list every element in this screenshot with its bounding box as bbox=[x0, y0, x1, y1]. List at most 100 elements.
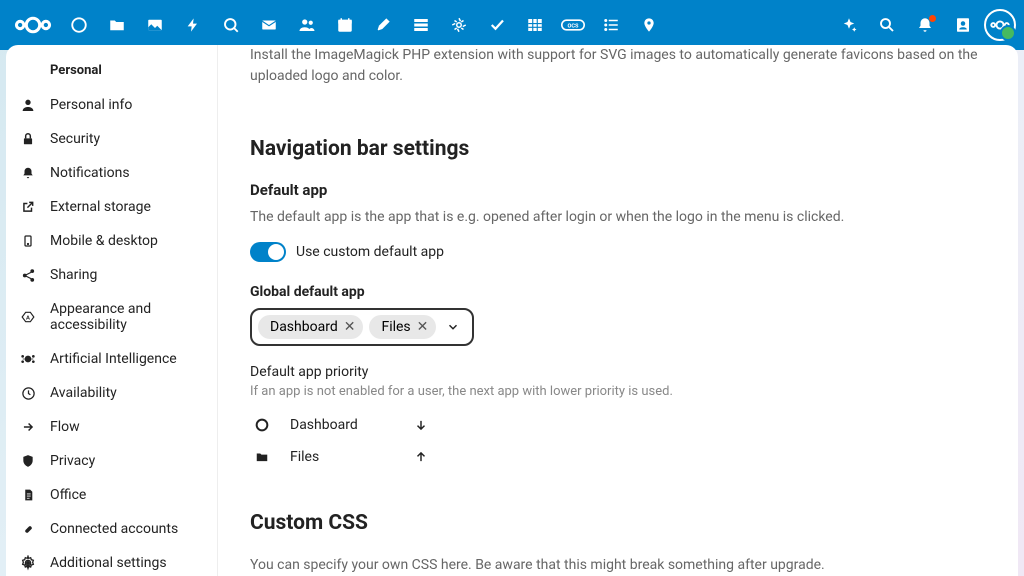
sidebar-item-appearance[interactable]: A Appearance and accessibility bbox=[6, 292, 217, 342]
sidebar-item-label: Connected accounts bbox=[50, 521, 178, 537]
lock-icon bbox=[20, 131, 36, 147]
contacts-menu-icon[interactable] bbox=[946, 8, 980, 42]
search-icon[interactable] bbox=[870, 8, 904, 42]
sidebar-item-additional-settings[interactable]: Additional settings bbox=[6, 546, 217, 576]
sidebar-header-personal: Personal bbox=[6, 57, 217, 88]
chevron-down-icon[interactable] bbox=[446, 320, 460, 334]
nav-upgrade-icon[interactable] bbox=[442, 8, 476, 42]
sidebar-item-notifications[interactable]: Notifications bbox=[6, 156, 217, 190]
toggle-label: Use custom default app bbox=[296, 244, 444, 260]
nav-maps-icon[interactable] bbox=[632, 8, 666, 42]
navigation-bar-settings-section: Navigation bar settings Default app The … bbox=[250, 137, 978, 473]
section-title: Custom CSS bbox=[250, 511, 978, 535]
default-app-label: Default app bbox=[250, 181, 978, 199]
sidebar-item-label: Additional settings bbox=[50, 555, 167, 571]
user-avatar[interactable] bbox=[984, 9, 1016, 41]
sidebar-item-flow[interactable]: Flow bbox=[6, 410, 217, 444]
appearance-icon: A bbox=[20, 309, 36, 325]
main-area: Personal Personal info Security Notifica… bbox=[6, 45, 1018, 576]
svg-text:OCS: OCS bbox=[568, 23, 580, 29]
favicon-notice: Install the ImageMagick PHP extension wi… bbox=[250, 45, 978, 99]
priority-item-label: Files bbox=[290, 449, 396, 465]
remove-chip-icon[interactable]: ✕ bbox=[417, 319, 429, 335]
sidebar-item-label: Office bbox=[50, 487, 86, 503]
sidebar-item-label: Appearance and accessibility bbox=[50, 301, 203, 333]
nav-list-icon[interactable] bbox=[594, 8, 628, 42]
nav-mail-icon[interactable] bbox=[252, 8, 286, 42]
priority-row-dashboard: Dashboard bbox=[250, 409, 430, 441]
sidebar-item-personal-info[interactable]: Personal info bbox=[6, 88, 217, 122]
share-icon bbox=[20, 267, 36, 283]
settings-content: Install the ImageMagick PHP extension wi… bbox=[218, 45, 1018, 576]
nav-files-icon[interactable] bbox=[100, 8, 134, 42]
nav-photos-icon[interactable] bbox=[138, 8, 172, 42]
dashboard-icon bbox=[252, 417, 272, 433]
sidebar-item-label: Personal info bbox=[50, 97, 132, 113]
phone-icon bbox=[20, 233, 36, 249]
notifications-icon[interactable] bbox=[908, 8, 942, 42]
priority-label: Default app priority bbox=[250, 364, 978, 380]
priority-item-label: Dashboard bbox=[290, 417, 396, 433]
sidebar-item-office[interactable]: Office bbox=[6, 478, 217, 512]
bell-icon bbox=[20, 165, 36, 181]
user-icon bbox=[20, 97, 36, 113]
custom-css-desc: You can specify your own CSS here. Be aw… bbox=[250, 555, 978, 576]
nav-link-icon[interactable]: OCS bbox=[556, 8, 590, 42]
sidebar-item-privacy[interactable]: Privacy bbox=[6, 444, 217, 478]
global-default-app-select[interactable]: Dashboard✕ Files✕ bbox=[250, 308, 474, 346]
chip-files: Files✕ bbox=[369, 315, 436, 339]
sidebar-item-label: Mobile & desktop bbox=[50, 233, 158, 249]
clock-icon bbox=[20, 385, 36, 401]
move-up-button[interactable] bbox=[414, 450, 428, 464]
folder-icon bbox=[252, 450, 272, 464]
chip-dashboard: Dashboard✕ bbox=[258, 315, 363, 339]
assistant-icon[interactable] bbox=[832, 8, 866, 42]
sidebar-item-label: Availability bbox=[50, 385, 117, 401]
gear-icon bbox=[20, 555, 36, 571]
shield-icon bbox=[20, 453, 36, 469]
svg-text:A: A bbox=[26, 315, 30, 321]
nextcloud-logo[interactable] bbox=[8, 14, 58, 36]
nav-deck-icon[interactable] bbox=[404, 8, 438, 42]
sidebar-item-label: External storage bbox=[50, 199, 151, 215]
plug-icon bbox=[20, 521, 36, 537]
sidebar-item-ai[interactable]: Artificial Intelligence bbox=[6, 342, 217, 376]
sidebar-item-label: Sharing bbox=[50, 267, 97, 283]
sidebar-item-external-storage[interactable]: External storage bbox=[6, 190, 217, 224]
nav-dashboard-icon[interactable] bbox=[62, 8, 96, 42]
nav-notes-icon[interactable] bbox=[366, 8, 400, 42]
nav-calendar-icon[interactable] bbox=[328, 8, 362, 42]
default-app-desc: The default app is the app that is e.g. … bbox=[250, 207, 978, 228]
sidebar-item-label: Notifications bbox=[50, 165, 130, 181]
remove-chip-icon[interactable]: ✕ bbox=[344, 319, 356, 335]
top-bar: OCS bbox=[0, 0, 1024, 50]
use-custom-default-app-toggle[interactable] bbox=[250, 242, 286, 262]
section-title: Navigation bar settings bbox=[250, 137, 978, 161]
nav-activity-icon[interactable] bbox=[176, 8, 210, 42]
nav-contacts-icon[interactable] bbox=[290, 8, 324, 42]
sidebar-item-label: Security bbox=[50, 131, 100, 147]
sidebar-item-availability[interactable]: Availability bbox=[6, 376, 217, 410]
ai-icon bbox=[20, 351, 36, 367]
sidebar-item-sharing[interactable]: Sharing bbox=[6, 258, 217, 292]
nav-talk-icon[interactable] bbox=[214, 8, 248, 42]
priority-desc: If an app is not enabled for a user, the… bbox=[250, 384, 978, 399]
nav-tables-icon[interactable] bbox=[518, 8, 552, 42]
external-icon bbox=[20, 199, 36, 215]
move-down-button[interactable] bbox=[414, 418, 428, 432]
priority-row-files: Files bbox=[250, 441, 430, 473]
doc-icon bbox=[20, 487, 36, 503]
custom-css-section: Custom CSS You can specify your own CSS … bbox=[250, 511, 978, 576]
top-nav: OCS bbox=[62, 8, 828, 42]
top-right bbox=[832, 8, 1016, 42]
sidebar-item-label: Privacy bbox=[50, 453, 95, 469]
global-default-app-label: Global default app bbox=[250, 284, 978, 300]
sidebar-item-label: Flow bbox=[50, 419, 80, 435]
sidebar-item-mobile-desktop[interactable]: Mobile & desktop bbox=[6, 224, 217, 258]
nav-tasks-icon[interactable] bbox=[480, 8, 514, 42]
sidebar-item-label: Artificial Intelligence bbox=[50, 351, 177, 367]
sidebar-item-connected-accounts[interactable]: Connected accounts bbox=[6, 512, 217, 546]
flow-icon bbox=[20, 419, 36, 435]
settings-sidebar: Personal Personal info Security Notifica… bbox=[6, 45, 218, 576]
sidebar-item-security[interactable]: Security bbox=[6, 122, 217, 156]
